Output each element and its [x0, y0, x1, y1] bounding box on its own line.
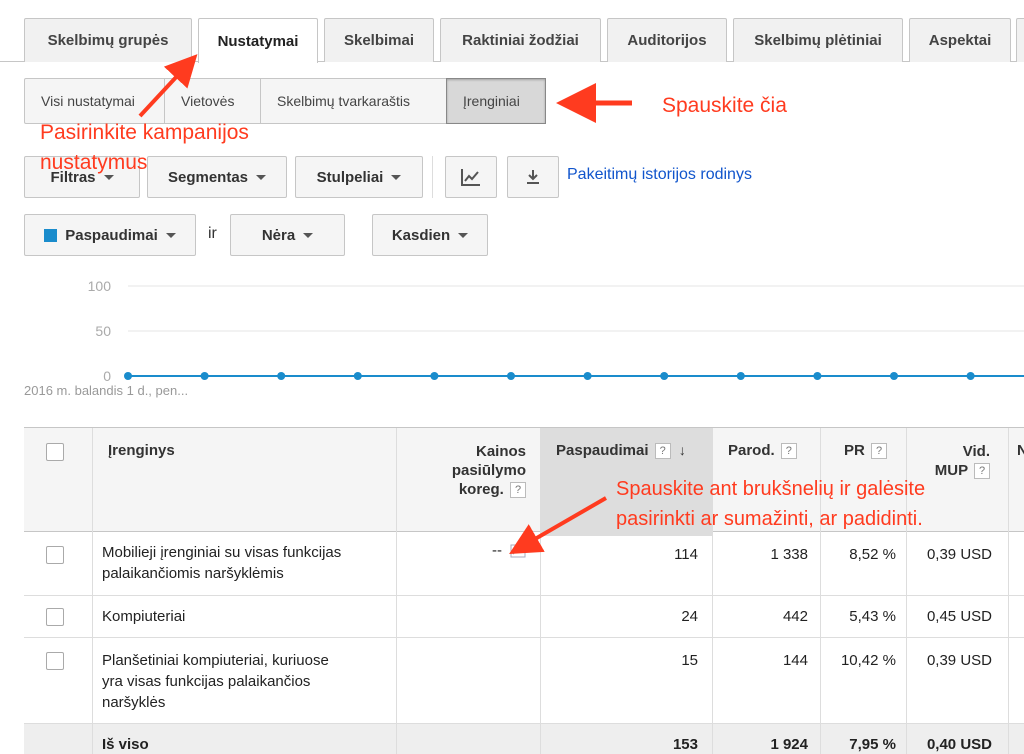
arrow-to-bid-dashes	[509, 496, 608, 555]
annotation-choose-settings: Pasirinkite kampanijos nustatymus	[40, 118, 249, 178]
annotation-click-dashes: Spauskite ant brukšnelių ir galėsite pas…	[616, 474, 925, 534]
arrow-to-settings-tab	[138, 54, 198, 118]
annotation-line: Pasirinkite kampanijos	[40, 121, 249, 144]
annotation-arrows	[138, 54, 632, 555]
annotation-click-here: Spauskite čia	[662, 94, 787, 117]
annotation-line: Spauskite ant brukšnelių ir galėsite	[616, 478, 926, 500]
annotation-line: pasirinkti ar sumažinti, ar padidinti.	[616, 508, 923, 530]
annotation-line: nustatymus	[40, 151, 148, 174]
